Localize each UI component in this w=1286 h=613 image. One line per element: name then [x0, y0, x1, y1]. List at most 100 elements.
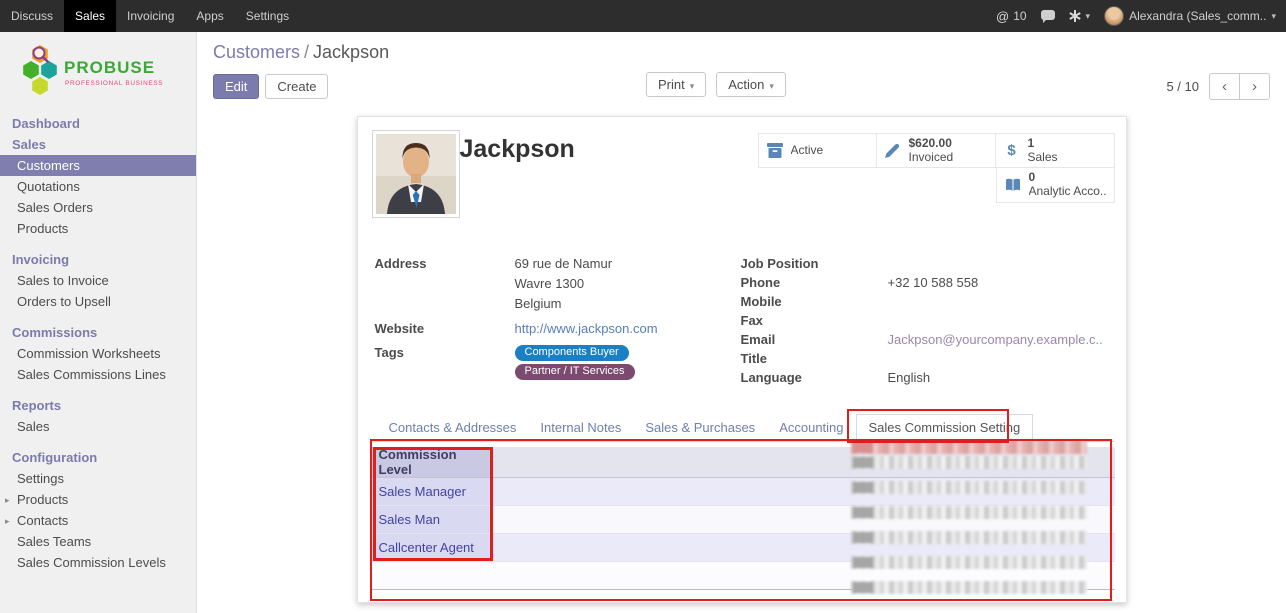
action-label: Action — [728, 77, 764, 92]
sidebar-heading-invoicing[interactable]: Invoicing — [0, 249, 196, 270]
print-label: Print — [658, 77, 685, 92]
messages-icon[interactable] — [1041, 9, 1055, 23]
chevron-down-icon: ▾ — [1271, 11, 1276, 22]
sidebar-item-settings[interactable]: Settings — [0, 468, 196, 489]
commission-level-cell[interactable]: Sales Manager — [371, 478, 491, 506]
mobile-label: Mobile — [741, 292, 888, 311]
user-menu[interactable]: Alexandra (Sales_comm.. ▾ — [1104, 6, 1276, 26]
record-fields: Address 69 rue de Namur Wavre 1300 Belgi… — [375, 254, 1113, 387]
sidebar-item-commission-worksheets[interactable]: Commission Worksheets — [0, 343, 196, 364]
stat-buttons: Active $620.00Invoiced $ 1Sales 0Analyti… — [758, 133, 1115, 203]
book-icon — [1004, 178, 1022, 192]
stat-value: 1 — [1028, 137, 1058, 151]
analytic-stat-button[interactable]: 0Analytic Acco... — [996, 167, 1115, 203]
redacted-region — [851, 440, 1087, 454]
expand-arrow-icon: ▸ — [5, 514, 10, 529]
fax-label: Fax — [741, 311, 888, 330]
menu-sales[interactable]: Sales — [64, 0, 116, 32]
address-line: Wavre 1300 — [515, 274, 613, 294]
commission-level-header[interactable]: Commission Level — [371, 447, 491, 478]
person-avatar-image — [376, 134, 456, 214]
menu-invoicing[interactable]: Invoicing — [116, 0, 185, 32]
breadcrumb: Customers/Jackpson — [213, 42, 1270, 63]
sidebar-item-sales-orders[interactable]: Sales Orders — [0, 197, 196, 218]
tab-sales-purchases[interactable]: Sales & Purchases — [633, 415, 767, 441]
redacted-region — [851, 456, 1087, 469]
redacted-region — [851, 556, 1087, 569]
tags-value: Components Buyer Partner / IT Services — [515, 343, 635, 380]
stat-label: Analytic Acco... — [1029, 185, 1107, 199]
phone-label: Phone — [741, 273, 888, 292]
commission-level-cell[interactable]: Sales Man — [371, 506, 491, 534]
record-title: Jackpson — [460, 135, 575, 164]
sidebar-item-config-products[interactable]: ▸Products — [0, 489, 196, 510]
mention-count: 10 — [1013, 9, 1026, 23]
fields-right-column: Job Position Phone+32 10 588 558 Mobile … — [741, 254, 1113, 387]
sidebar-item-sales-commissions-lines[interactable]: Sales Commissions Lines — [0, 364, 196, 385]
print-dropdown[interactable]: Print▾ — [646, 72, 706, 97]
edit-button[interactable]: Edit — [213, 74, 259, 99]
logo-title: PROBUSE — [64, 58, 155, 77]
sidebar-heading-configuration[interactable]: Configuration — [0, 447, 196, 468]
sidebar-heading-dashboard[interactable]: Dashboard — [0, 113, 196, 134]
active-stat-button[interactable]: Active — [758, 133, 877, 168]
tag-partner-it-services: Partner / IT Services — [515, 364, 635, 380]
menu-discuss[interactable]: Discuss — [0, 0, 64, 32]
tab-sales-commission-setting[interactable]: Sales Commission Setting — [856, 414, 1034, 442]
title-label: Title — [741, 349, 888, 368]
sidebar-heading-reports[interactable]: Reports — [0, 395, 196, 416]
user-name: Alexandra (Sales_comm.. — [1129, 9, 1266, 23]
stat-value: 0 — [1029, 171, 1107, 185]
fields-left-column: Address 69 rue de Namur Wavre 1300 Belgi… — [375, 254, 741, 387]
asterisk-icon — [1069, 10, 1081, 22]
mention-counter[interactable]: @ 10 — [996, 9, 1027, 24]
pager-previous-button[interactable]: ‹ — [1209, 73, 1240, 100]
language-label: Language — [741, 368, 888, 387]
menu-apps[interactable]: Apps — [185, 0, 234, 32]
sidebar-item-sales-to-invoice[interactable]: Sales to Invoice — [0, 270, 196, 291]
redacted-region — [851, 481, 1087, 494]
sidebar-item-sales-teams[interactable]: Sales Teams — [0, 531, 196, 552]
notebook: Contacts & Addresses Internal Notes Sale… — [371, 413, 1115, 442]
customer-photo — [372, 130, 460, 218]
stat-value: $620.00 — [909, 137, 954, 151]
sidebar-item-sales-commission-levels[interactable]: Sales Commission Levels — [0, 552, 196, 573]
redacted-region — [851, 581, 1087, 594]
tab-contacts-addresses[interactable]: Contacts & Addresses — [377, 415, 529, 441]
invoiced-stat-button[interactable]: $620.00Invoiced — [876, 133, 996, 168]
create-button[interactable]: Create — [265, 74, 328, 99]
sales-stat-button[interactable]: $ 1Sales — [995, 133, 1115, 168]
action-dropdown[interactable]: Action ▾ — [716, 72, 786, 97]
probuse-logo[interactable]: PROBUSE PROFESSIONAL BUSINESS — [0, 32, 196, 107]
sidebar-item-config-contacts[interactable]: ▸ Contacts — [0, 510, 196, 531]
menu-settings[interactable]: Settings — [235, 0, 300, 32]
top-navbar: Discuss Sales Invoicing Apps Settings @ … — [0, 0, 1286, 32]
activity-menu[interactable]: ▾ — [1069, 10, 1091, 22]
logo-subtitle: PROFESSIONAL BUSINESS — [65, 80, 163, 87]
chat-bubble-icon — [1041, 10, 1055, 20]
chevron-down-icon: ▾ — [769, 81, 774, 91]
commission-level-cell[interactable]: Callcenter Agent — [371, 534, 491, 562]
address-label: Address — [375, 254, 515, 314]
website-link[interactable]: http://www.jackpson.com — [515, 319, 658, 338]
address-line: Belgium — [515, 294, 613, 314]
dollar-icon: $ — [1003, 142, 1021, 159]
job-position-label: Job Position — [741, 254, 888, 273]
sidebar-item-quotations[interactable]: Quotations — [0, 176, 196, 197]
language-value: English — [888, 368, 931, 387]
sidebar-item-reports-sales[interactable]: Sales — [0, 416, 196, 437]
sidebar-heading-commissions[interactable]: Commissions — [0, 322, 196, 343]
sidebar-item-customers[interactable]: Customers — [0, 155, 196, 176]
sidebar-heading-sales[interactable]: Sales — [0, 134, 196, 155]
sidebar-item-orders-to-upsell[interactable]: Orders to Upsell — [0, 291, 196, 312]
sidebar-item-products[interactable]: Products — [0, 218, 196, 239]
breadcrumb-customers[interactable]: Customers — [213, 42, 300, 62]
pager-next-button[interactable]: › — [1239, 73, 1270, 100]
sidebar-item-label: Contacts — [17, 513, 68, 528]
pencil-icon — [884, 143, 902, 158]
pager-value: 5 / 10 — [1166, 79, 1199, 94]
email-link[interactable]: Jackpson@yourcompany.example.c.. — [888, 330, 1103, 349]
tab-accounting[interactable]: Accounting — [767, 415, 855, 441]
archive-icon — [766, 143, 784, 158]
tab-internal-notes[interactable]: Internal Notes — [528, 415, 633, 441]
